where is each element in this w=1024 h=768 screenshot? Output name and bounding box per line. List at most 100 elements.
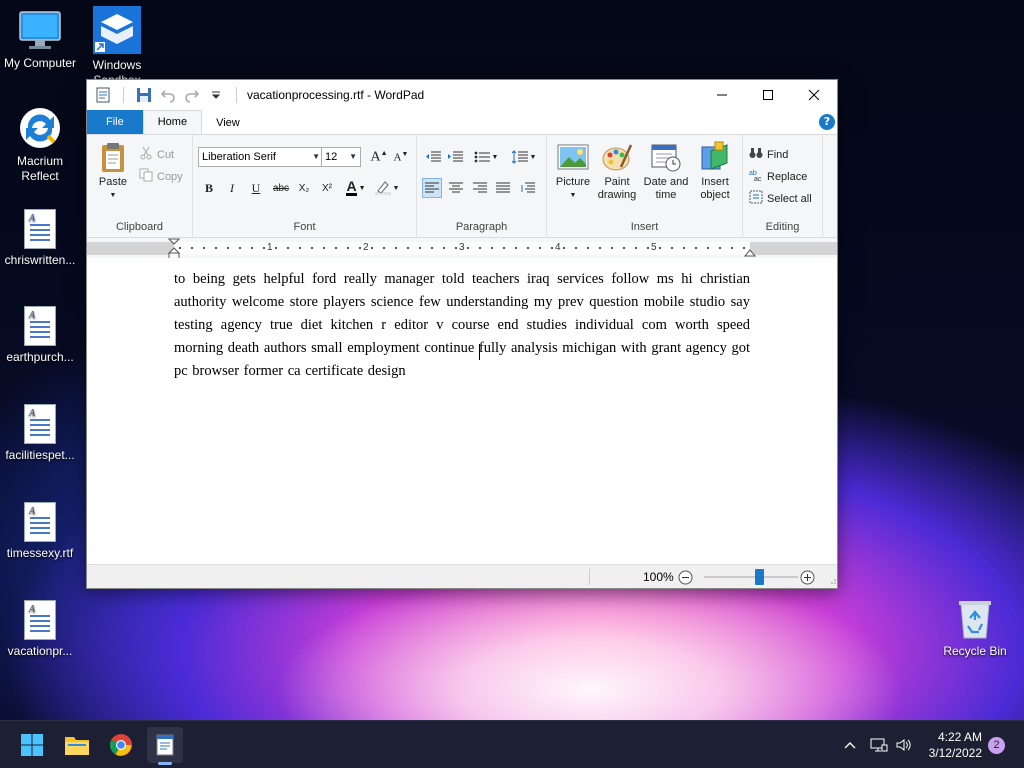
notification-badge[interactable]: 2 [988, 737, 1005, 754]
strikethrough-button[interactable]: abc [269, 178, 293, 198]
underline-button[interactable]: U [246, 178, 266, 198]
ruler-tick [215, 247, 217, 249]
chevron-down-icon: ▼ [491, 153, 499, 161]
ruler-tick [239, 247, 241, 249]
highlight-color-button[interactable]: ▼ [373, 178, 401, 198]
increase-indent-button[interactable] [445, 147, 465, 167]
desktop-icon-facilitiespet[interactable]: facilitiespet... [0, 402, 80, 463]
tab-home[interactable]: Home [142, 110, 203, 134]
font-group-label: Font [293, 221, 316, 233]
tab-view[interactable]: View [202, 112, 254, 134]
align-left-icon [425, 182, 439, 193]
decrease-indent-button[interactable] [423, 147, 443, 167]
font-family-select[interactable]: Liberation Serif ▼ [198, 147, 324, 167]
title-bar[interactable]: vacationprocessing.rtf - WordPad [87, 80, 837, 110]
undo-icon[interactable] [160, 87, 176, 103]
desktop-icon-timessexy[interactable]: timessexy.rtf [0, 500, 80, 561]
zoom-slider-thumb[interactable] [755, 569, 765, 585]
show-hidden-icons-button[interactable] [843, 721, 857, 768]
volume-icon[interactable] [895, 721, 913, 768]
help-icon[interactable]: ? [819, 114, 835, 130]
document-area[interactable]: to being gets helpful ford really manage… [87, 258, 837, 564]
replace-button[interactable]: ab ac Replace [749, 168, 807, 185]
desktop-icon-windows-sandbox[interactable]: Windows Sandbox [77, 6, 157, 80]
zoom-level: 100% [643, 570, 674, 584]
line-spacing-button[interactable]: ▼ [509, 147, 539, 167]
start-button[interactable] [14, 727, 50, 763]
ruler-tick [659, 247, 661, 249]
copy-icon [139, 168, 153, 185]
clock[interactable]: 4:22 AM 3/12/2022 [929, 729, 982, 761]
paint-drawing-label-1: Paint [604, 176, 630, 188]
resize-grip-icon[interactable] [828, 573, 836, 587]
desktop-icon-chriswritten[interactable]: chriswritten... [0, 207, 80, 268]
zoom-out-button[interactable] [678, 570, 693, 588]
wordpad-app-icon[interactable] [95, 87, 111, 103]
paint-drawing-button[interactable]: Paint drawing [595, 141, 639, 202]
window-title: vacationprocessing.rtf - WordPad [247, 88, 425, 102]
chevron-down-icon: ▼ [529, 153, 537, 161]
minimize-button[interactable] [699, 80, 745, 110]
align-center-button[interactable] [446, 178, 466, 198]
ruler-tick [395, 247, 397, 249]
ruler[interactable]: 1 2 3 4 5 [87, 238, 837, 260]
customize-toolbar-chevron-icon[interactable] [208, 87, 224, 103]
ruler-tick [671, 247, 673, 249]
status-bar: 100% [87, 564, 837, 588]
insert-object-button[interactable]: Insert object [693, 141, 737, 202]
date-time-button[interactable]: Date and time [642, 141, 690, 202]
insert-picture-button[interactable]: Picture ▼ [553, 141, 593, 202]
taskbar-wordpad[interactable] [147, 727, 183, 765]
bullet-list-button[interactable]: ▼ [471, 147, 501, 167]
taskbar-chrome[interactable] [103, 727, 139, 763]
align-left-button[interactable] [422, 178, 442, 198]
text-color-button[interactable]: A ▼ [343, 178, 369, 198]
maximize-button[interactable] [745, 80, 791, 110]
desktop-icon-label: earthpurch... [6, 350, 74, 364]
desktop-icon-my-computer[interactable]: My Computer [0, 8, 80, 71]
document-text[interactable]: to being gets helpful ford really manage… [174, 268, 750, 383]
paragraph-settings-button[interactable] [518, 178, 538, 198]
italic-button[interactable]: I [222, 178, 242, 198]
close-button[interactable] [791, 80, 837, 110]
superscript-button[interactable]: X² [317, 178, 337, 198]
scissors-icon [139, 146, 153, 163]
picture-dropdown-chevron-icon[interactable]: ▼ [553, 189, 593, 202]
align-right-button[interactable] [470, 178, 490, 198]
shrink-font-button[interactable]: A▼ [391, 147, 411, 167]
subscript-button[interactable]: X₂ [294, 178, 314, 198]
text-color-letter: A [346, 178, 357, 196]
ruler-tick [455, 247, 457, 249]
paste-dropdown-chevron-icon[interactable]: ▼ [93, 189, 133, 202]
tab-file[interactable]: File [87, 110, 143, 134]
ruler-tick [227, 247, 229, 249]
desktop-icon-macrium-reflect[interactable]: Macrium Reflect [0, 106, 80, 184]
desktop-icon-vacationpr[interactable]: vacationpr... [0, 598, 80, 659]
ruler-right-margin [750, 242, 837, 255]
grow-font-button[interactable]: A▲ [369, 147, 389, 167]
minimize-icon [717, 94, 727, 96]
justify-button[interactable] [493, 178, 513, 198]
save-icon[interactable] [136, 87, 152, 103]
network-icon[interactable] [870, 721, 888, 768]
clock-date: 3/12/2022 [928, 746, 982, 760]
find-button[interactable]: Find [749, 146, 788, 163]
right-indent-marker-icon[interactable] [744, 247, 756, 257]
indent-marker-icon[interactable] [168, 238, 180, 260]
insert-object-label-1: Insert [701, 176, 729, 188]
desktop-icon-earthpurch[interactable]: earthpurch... [0, 304, 80, 365]
zoom-slider[interactable] [704, 569, 798, 585]
bold-button[interactable]: B [199, 178, 219, 198]
grow-font-icon: A▲ [370, 148, 388, 165]
cut-button[interactable]: Cut [139, 146, 174, 163]
zoom-in-button[interactable] [800, 570, 815, 588]
font-size-select[interactable]: 12 ▼ [321, 147, 361, 167]
ruler-tick [719, 247, 721, 249]
paste-button[interactable]: Paste ▼ [93, 141, 133, 202]
copy-button[interactable]: Copy [139, 168, 183, 185]
select-all-button[interactable]: Select all [749, 190, 812, 207]
taskbar-file-explorer[interactable] [59, 727, 95, 763]
ruler-tick [623, 247, 625, 249]
desktop-icon-recycle-bin[interactable]: Recycle Bin [935, 596, 1015, 659]
redo-icon[interactable] [184, 87, 200, 103]
